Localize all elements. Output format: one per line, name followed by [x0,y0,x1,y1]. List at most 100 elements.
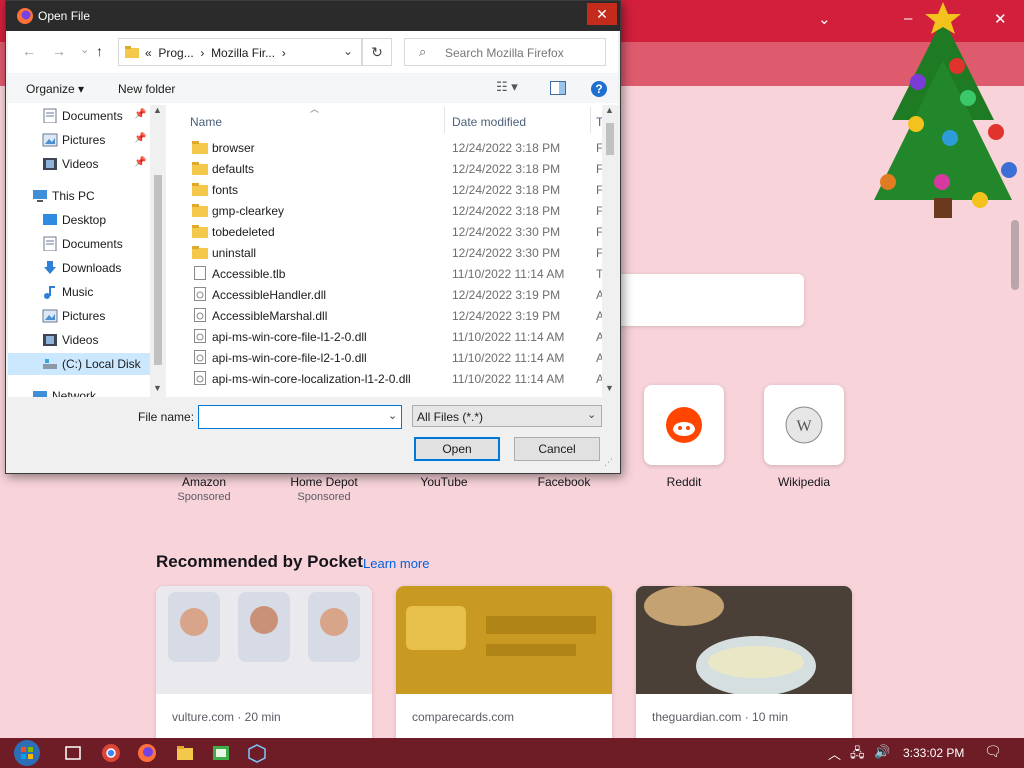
scroll-down-icon[interactable]: ▼ [153,383,162,393]
recent-chevron-icon[interactable]: ⌄ [80,43,89,56]
notification-icon[interactable]: 🗨 [984,743,1002,760]
nav-item-music[interactable]: Music [8,281,150,303]
nav-item-desktop[interactable]: Desktop [8,209,150,231]
nav-item-pictures-quick[interactable]: Pictures 📌 [8,129,150,151]
chrome-icon[interactable] [100,742,122,764]
pocket-card[interactable]: comparecards.com [396,586,612,746]
file-row[interactable]: AccessibleMarshal.dll12/24/2022 3:19 PMA… [168,305,611,326]
preview-pane-icon[interactable] [550,81,566,95]
3d-viewer-icon[interactable] [246,742,268,764]
file-name-dropdown-icon[interactable]: ⌄ [388,409,397,422]
file-row[interactable]: Accessible.tlb11/10/2022 11:14 AMTL [168,263,610,284]
file-row[interactable]: browser 12/24/2022 3:18 PM Fi [168,137,608,158]
shortcut-label-amazon[interactable]: Amazon [144,475,264,489]
file-icon [194,266,206,280]
new-folder-button[interactable]: New folder [118,82,175,96]
shortcut-label-home-depot[interactable]: Home Depot [264,475,384,489]
back-arrow-icon[interactable]: ← [22,43,36,59]
column-header-name[interactable]: Name [190,115,222,129]
file-row[interactable]: api-ms-win-core-localization-l1-2-0.dll 1… [168,368,611,389]
view-options-icon[interactable]: ☷ ▾ [496,79,518,95]
taskbar-clock[interactable]: 3:33:02 PM [903,746,964,760]
file-row[interactable]: api-ms-win-core-file-l2-1-0.dll 11/10/202… [168,347,611,368]
shortcut-label-wikipedia[interactable]: Wikipedia [744,475,864,489]
file-name: browser [212,141,255,155]
file-row[interactable]: gmp-clearkey 12/24/2022 3:18 PM Fi [168,200,608,221]
nav-item-this-pc[interactable]: This PC [8,185,150,207]
scroll-up-icon[interactable]: ▲ [153,105,162,115]
card-source: vulture.com · 20 min [172,710,281,724]
address-bar[interactable]: « Prog... › Mozilla Fir... › ⌄ [118,38,362,66]
shortcut-label-facebook[interactable]: Facebook [504,475,624,489]
open-button[interactable]: Open [414,437,500,461]
file-list-vscroll-thumb[interactable] [606,123,614,155]
column-header-date[interactable]: Date modified [452,115,526,129]
refresh-icon: ↻ [371,44,383,60]
scroll-down-icon[interactable]: ▼ [605,383,614,393]
breadcrumb-item[interactable]: Mozilla Fir... [211,46,275,60]
forward-arrow-icon[interactable]: → [52,43,66,59]
firefox-icon[interactable] [136,742,158,764]
cancel-button[interactable]: Cancel [514,437,600,461]
shortcut-label-youtube[interactable]: YouTube [384,475,504,489]
dialog-close-button[interactable]: ✕ [587,3,617,25]
pocket-card[interactable]: theguardian.com · 10 min [636,586,852,746]
address-dropdown-icon[interactable]: ⌄ [343,44,353,58]
file-row[interactable]: defaults 12/24/2022 3:18 PM Fi [168,158,608,179]
file-date: 11/10/2022 11:14 AM [452,330,565,344]
scroll-up-icon[interactable]: ▲ [605,105,614,115]
nav-item-downloads[interactable]: Downloads [8,257,150,279]
breadcrumb-separator[interactable]: › [282,46,286,60]
file-row[interactable]: fonts 12/24/2022 3:18 PM Fi [168,179,608,200]
nav-scrollbar-thumb[interactable] [154,175,162,365]
tab-list-chevron-icon[interactable]: ⌄ [818,10,831,28]
breadcrumb-separator[interactable]: › [200,46,204,60]
navigation-pane: Documents 📌 Pictures 📌 Videos 📌 This PC … [8,105,166,427]
file-row[interactable]: AccessibleHandler.dll12/24/2022 3:19 PMA… [168,284,611,305]
file-explorer-icon[interactable] [174,742,196,764]
column-divider[interactable] [444,107,445,133]
newtab-search-box[interactable] [600,274,804,326]
column-divider[interactable] [590,107,591,133]
refresh-button[interactable]: ↻ [362,38,392,66]
file-name: gmp-clearkey [212,204,285,218]
pocket-card[interactable]: vulture.com · 20 min [156,586,372,746]
file-name-input[interactable] [198,405,402,429]
chevron-up-icon[interactable]: ︿ [828,744,841,763]
dialog-titlebar[interactable]: Open File ✕ [6,1,620,31]
network-tray-icon[interactable]: 🖧 [850,744,865,766]
file-row[interactable]: uninstall 12/24/2022 3:30 PM Fi [168,242,608,263]
reddit-tile[interactable] [644,385,724,465]
pocket-learn-more-link[interactable]: Learn more [363,556,429,571]
nav-item-local-disk[interactable]: (C:) Local Disk [8,353,150,375]
search-box[interactable]: ⌕ Search Mozilla Firefox [404,38,606,66]
file-row[interactable]: tobedeleted 12/24/2022 3:30 PM Fi [168,221,608,242]
breadcrumb-overflow[interactable]: « [145,46,152,60]
documents-icon [43,236,57,251]
volume-icon[interactable]: 🔊 [874,744,890,760]
file-name: Accessible.tlb [212,267,286,281]
file-type-filter[interactable]: All Files (*.*) ⌄ [412,405,602,427]
shortcut-label-reddit[interactable]: Reddit [624,475,744,489]
start-button-icon[interactable] [12,738,42,768]
help-icon[interactable]: ? [590,80,608,98]
photos-icon[interactable] [210,742,232,764]
file-row[interactable]: api-ms-win-core-file-l1-2-0.dll 11/10/202… [168,326,611,347]
nav-label: Music [62,285,94,299]
breadcrumb-item[interactable]: Prog... [158,46,193,60]
videos-icon [43,158,57,170]
nav-item-videos[interactable]: Videos [8,329,150,351]
nav-item-videos-quick[interactable]: Videos 📌 [8,153,150,175]
file-list-vscrollbar[interactable]: ▲ ▼ [602,105,618,401]
up-arrow-icon[interactable]: ↑ [96,43,103,59]
resize-grip-icon[interactable]: ⋰ [604,457,613,468]
page-scrollbar-thumb[interactable] [1011,220,1019,290]
nav-scrollbar[interactable]: ▲ ▼ [150,105,166,401]
organize-menu[interactable]: Organize ▾ [26,82,84,96]
task-view-icon[interactable] [62,742,84,764]
nav-item-documents-quick[interactable]: Documents 📌 [8,105,150,127]
nav-item-pictures[interactable]: Pictures [8,305,150,327]
nav-item-documents[interactable]: Documents [8,233,150,255]
wikipedia-tile[interactable]: W [764,385,844,465]
file-name-label: File name: [138,410,195,424]
